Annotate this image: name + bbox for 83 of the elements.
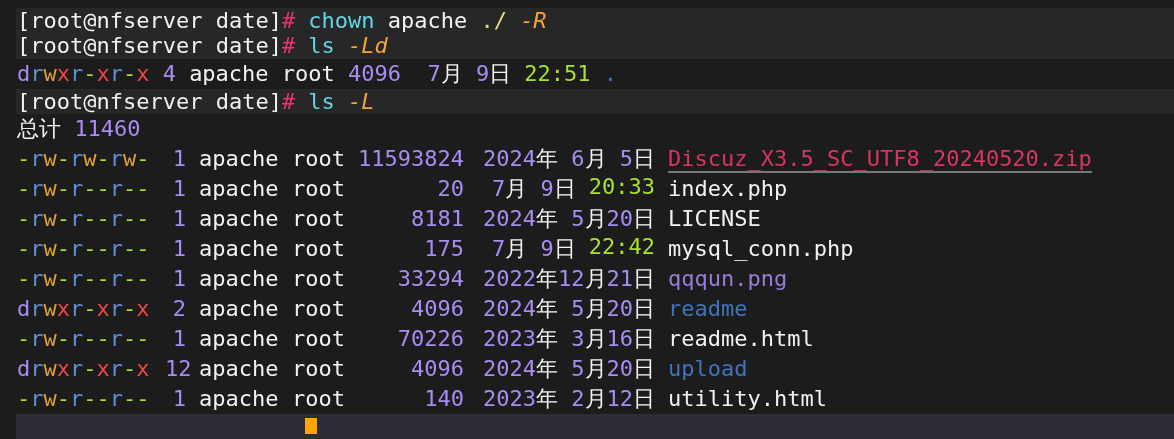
permissions-text: -rw-r--r-- bbox=[17, 176, 151, 202]
owner-name: apache bbox=[199, 266, 279, 292]
flag-text: -Ld bbox=[348, 33, 388, 59]
file-time: 20:33 bbox=[588, 173, 655, 201]
output-text: root bbox=[281, 61, 335, 86]
flag-text: -L bbox=[348, 88, 375, 114]
file-name: qqqun.png bbox=[668, 266, 788, 292]
file-date: 7月 9日 bbox=[492, 174, 576, 203]
link-count: 1 bbox=[171, 146, 186, 172]
owner-name: apache bbox=[199, 236, 279, 262]
file-size: 70226 bbox=[396, 326, 464, 352]
group-name: root bbox=[292, 236, 345, 262]
file-size: 4096 bbox=[410, 296, 464, 322]
owner-name: apache bbox=[199, 146, 279, 172]
file-name: index.php bbox=[668, 176, 788, 202]
prompt-text: [root@nfserver date] bbox=[17, 8, 282, 34]
group-name: root bbox=[292, 206, 345, 232]
file-date: 7月 9日 bbox=[426, 59, 512, 88]
file-date: 7月 9日 bbox=[492, 234, 576, 263]
file-name: LICENSE bbox=[668, 206, 761, 232]
file-name: upload bbox=[668, 356, 748, 382]
owner-name: apache bbox=[199, 296, 279, 322]
number-text: 4 bbox=[162, 61, 176, 86]
group-name: root bbox=[292, 386, 345, 412]
file-date: 2024年 6月 5日 bbox=[483, 144, 655, 173]
flag-text: -R bbox=[520, 8, 547, 34]
link-count: 2 bbox=[171, 296, 186, 322]
owner-name: apache bbox=[199, 386, 279, 412]
directory-name: . bbox=[603, 61, 617, 86]
group-name: root bbox=[292, 176, 345, 202]
output-text: apache bbox=[387, 8, 468, 34]
link-count: 1 bbox=[171, 386, 186, 412]
permissions-text: -rw-r--r-- bbox=[17, 386, 151, 412]
permissions-text: -rw-r--r-- bbox=[17, 236, 151, 262]
command-text: ls bbox=[308, 88, 335, 114]
output-text: apache bbox=[189, 61, 269, 86]
file-size: 20 bbox=[436, 176, 464, 202]
prompt-text: [root@nfserver date] bbox=[17, 33, 282, 59]
file-size: 175 bbox=[423, 236, 464, 262]
link-count: 1 bbox=[171, 236, 186, 262]
link-count: 1 bbox=[171, 326, 186, 352]
permissions-text: -rw-rw-rw- bbox=[17, 146, 151, 172]
file-name: mysql_conn.php bbox=[668, 236, 854, 262]
output-text: 总计 bbox=[17, 114, 61, 143]
number-text: 11460 bbox=[74, 116, 141, 142]
group-name: root bbox=[292, 356, 345, 382]
group-name: root bbox=[292, 296, 345, 322]
permissions-text: -rw-r--r-- bbox=[17, 206, 151, 232]
file-name: readme bbox=[668, 296, 748, 322]
prompt-symbol: # bbox=[281, 8, 296, 34]
owner-name: apache bbox=[199, 326, 279, 352]
permissions-text: drwxr-xr-x bbox=[17, 296, 151, 322]
link-count: 1 bbox=[171, 206, 186, 232]
group-name: root bbox=[292, 326, 345, 352]
file-size: 33294 bbox=[396, 266, 464, 292]
permissions-text: drwxr-xr-x bbox=[17, 356, 151, 382]
number-text: 4096 bbox=[347, 61, 401, 86]
owner-name: apache bbox=[199, 176, 279, 202]
group-name: root bbox=[292, 266, 345, 292]
link-count: 1 bbox=[171, 176, 186, 202]
prompt-text: [root@nfserver date] bbox=[17, 88, 282, 114]
group-name: root bbox=[292, 146, 345, 172]
file-size: 4096 bbox=[410, 356, 464, 382]
link-count: 1 bbox=[171, 266, 186, 292]
permissions-text: -rw-r--r-- bbox=[17, 326, 151, 352]
file-name: readme.html bbox=[668, 326, 814, 352]
prompt-symbol: # bbox=[281, 88, 296, 114]
command-text: chown bbox=[308, 8, 375, 34]
prompt-symbol: # bbox=[281, 33, 296, 59]
command-text: ls bbox=[308, 33, 335, 59]
owner-name: apache bbox=[199, 356, 279, 382]
permissions-text: -rw-r--r-- bbox=[17, 266, 151, 292]
file-time: 22:42 bbox=[588, 233, 655, 261]
file-size: 140 bbox=[423, 386, 464, 412]
file-time: 22:51 bbox=[524, 61, 591, 86]
owner-name: apache bbox=[199, 206, 279, 232]
file-name: utility.html bbox=[668, 386, 827, 412]
file-name: Discuz_X3.5_SC_UTF8_20240520.zip bbox=[668, 146, 1092, 172]
file-size: 11593824 bbox=[358, 146, 464, 172]
text-cursor bbox=[305, 417, 317, 434]
file-size: 8181 bbox=[410, 206, 464, 232]
permissions-text: drwxr-xr-x bbox=[17, 61, 150, 86]
path-text: ./ bbox=[480, 8, 507, 34]
